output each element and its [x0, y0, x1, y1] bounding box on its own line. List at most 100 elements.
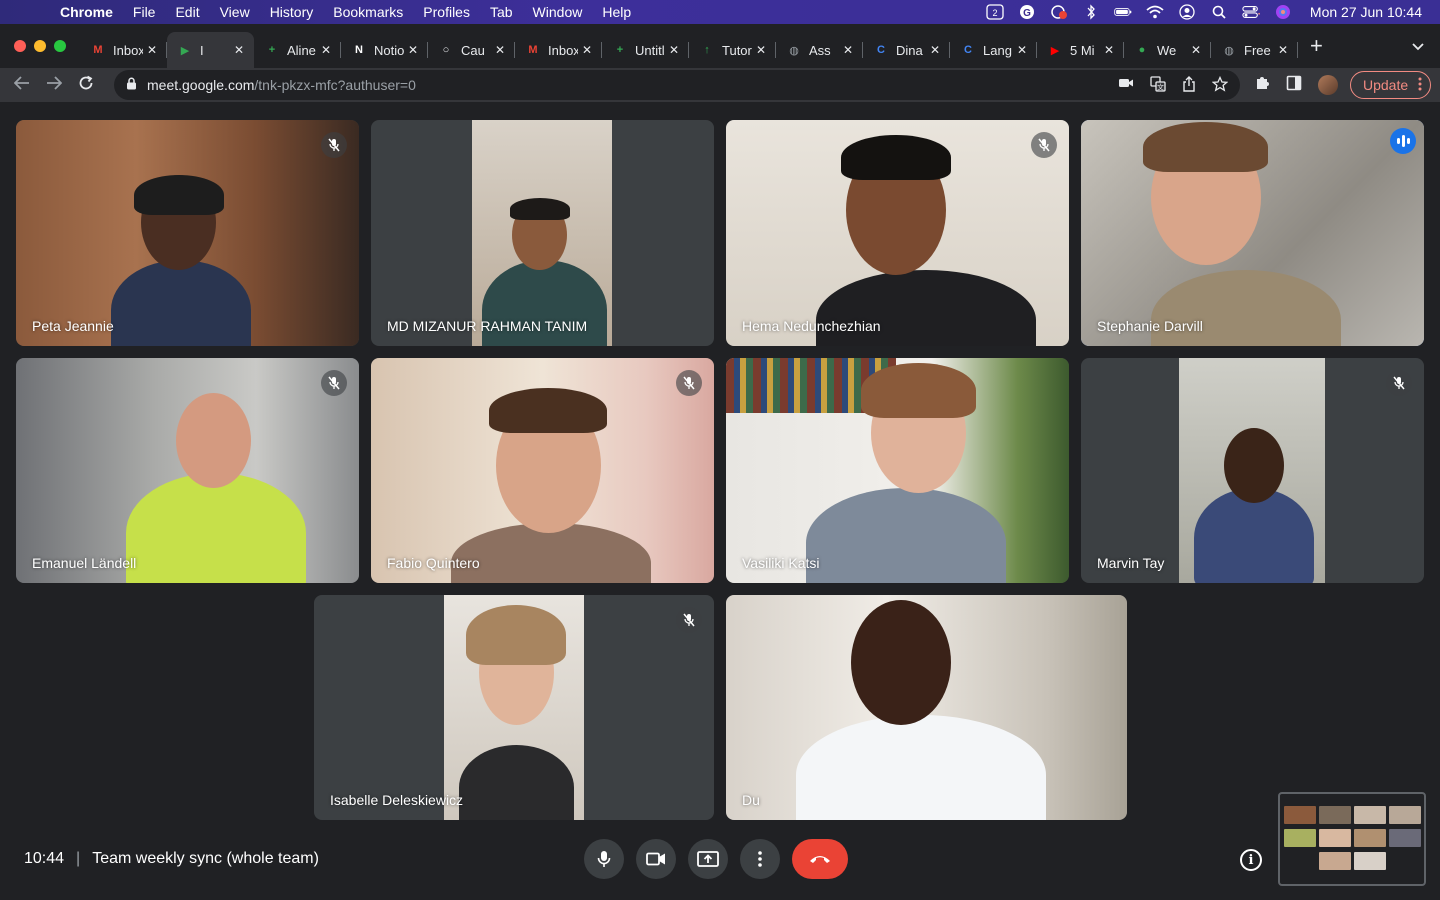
browser-tab[interactable]: ◍ Ass ✕	[776, 32, 863, 68]
participant-tile[interactable]: Emanuel Ländell	[16, 358, 359, 583]
muted-mic-icon	[676, 370, 702, 396]
minimize-window-button[interactable]	[34, 40, 46, 52]
participant-name: Vasiliki Katsi	[742, 555, 820, 571]
menu-edit[interactable]: Edit	[175, 4, 199, 20]
microphone-button[interactable]	[584, 839, 624, 879]
participant-tile[interactable]: Marvin Tay	[1081, 358, 1424, 583]
close-window-button[interactable]	[14, 40, 26, 52]
browser-tab[interactable]: ◍ Free ✕	[1211, 32, 1298, 68]
svg-text:2: 2	[992, 8, 997, 18]
close-tab-icon[interactable]: ✕	[234, 43, 244, 57]
spotlight-search-icon[interactable]	[1210, 4, 1228, 20]
user-account-icon[interactable]	[1178, 4, 1196, 20]
tab-title: Dina	[896, 42, 923, 58]
meeting-details-info-icon[interactable]: i	[1240, 849, 1262, 871]
participant-tile[interactable]: MD MIZANUR RAHMAN TANIM	[371, 120, 714, 346]
browser-tab[interactable]: ● We ✕	[1124, 32, 1211, 68]
close-tab-icon[interactable]: ✕	[843, 43, 853, 57]
menu-history[interactable]: History	[270, 4, 314, 20]
tab-title: Lang	[983, 42, 1012, 58]
green-circle-icon: ●	[1138, 44, 1146, 56]
tab-title: Inbox	[548, 42, 578, 58]
menu-app-name[interactable]: Chrome	[60, 4, 113, 20]
menu-bookmarks[interactable]: Bookmarks	[333, 4, 403, 20]
browser-tab[interactable]: M Inbox ✕	[80, 32, 167, 68]
browser-tab[interactable]: C Dina ✕	[863, 32, 950, 68]
screen-recorder-icon[interactable]	[1050, 4, 1068, 20]
menu-file[interactable]: File	[133, 4, 156, 20]
tab-title: Aline	[287, 42, 316, 58]
muted-mic-icon	[1031, 132, 1057, 158]
close-tab-icon[interactable]: ✕	[495, 43, 505, 57]
side-panel-icon[interactable]	[1286, 75, 1302, 95]
siri-icon[interactable]	[1274, 4, 1292, 20]
tab-title: Notion	[374, 42, 404, 58]
profile-avatar[interactable]	[1318, 75, 1338, 95]
participant-tile[interactable]: Hema Nedunchezhian	[726, 120, 1069, 346]
participant-tile[interactable]: Vasiliki Katsi	[726, 358, 1069, 583]
close-tab-icon[interactable]: ✕	[321, 43, 331, 57]
reload-button[interactable]	[70, 75, 102, 96]
tab-title: We	[1157, 42, 1177, 58]
new-tab-button[interactable]: +	[1310, 33, 1323, 59]
menu-view[interactable]: View	[220, 4, 250, 20]
browser-tab[interactable]: + Untitled ✕	[602, 32, 689, 68]
menu-profiles[interactable]: Profiles	[423, 4, 470, 20]
address-bar[interactable]: meet.google.com/tnk-pkzx-mfc?authuser=0 …	[114, 70, 1240, 100]
close-tab-icon[interactable]: ✕	[1278, 43, 1288, 57]
menu-help[interactable]: Help	[602, 4, 631, 20]
share-icon[interactable]	[1182, 75, 1196, 95]
browser-tab[interactable]: ○ Cau ✕	[428, 32, 515, 68]
close-tab-icon[interactable]: ✕	[147, 43, 157, 57]
browser-tab[interactable]: ▶ 5 Mi ✕	[1037, 32, 1124, 68]
participant-tile[interactable]: Peta Jeannie	[16, 120, 359, 346]
tabs-container: M Inbox ✕ ▶ I ✕ + Aline ✕ N Notion ✕ ○ Cau ✕ M Inbox ✕ + Un…	[80, 24, 1298, 68]
participant-video	[371, 358, 714, 583]
extensions-puzzle-icon[interactable]	[1254, 75, 1270, 95]
globe-icon: ◍	[1224, 44, 1234, 57]
participant-tile[interactable]: Du	[726, 595, 1127, 820]
back-button[interactable]	[6, 75, 38, 95]
participant-tile[interactable]: Isabelle Deleskiewicz	[314, 595, 714, 820]
translate-icon[interactable]: 文	[1150, 75, 1166, 95]
bluetooth-icon[interactable]	[1082, 4, 1100, 20]
participant-tile-speaking[interactable]: Stephanie Darvill	[1081, 120, 1424, 346]
forward-button[interactable]	[38, 75, 70, 95]
bookmark-star-icon[interactable]	[1211, 75, 1229, 95]
meeting-time: 10:44	[24, 850, 65, 867]
spaces-icon[interactable]: 2	[986, 4, 1004, 20]
menubar-clock[interactable]: Mon 27 Jun 10:44	[1310, 4, 1422, 20]
leave-call-button[interactable]	[792, 839, 848, 879]
menu-tab[interactable]: Tab	[490, 4, 513, 20]
maximize-window-button[interactable]	[54, 40, 66, 52]
close-tab-icon[interactable]: ✕	[1191, 43, 1201, 57]
close-tab-icon[interactable]: ✕	[930, 43, 940, 57]
tab-title: Ass	[809, 42, 831, 58]
update-chrome-button[interactable]: Update	[1350, 71, 1432, 99]
close-tab-icon[interactable]: ✕	[669, 43, 679, 57]
browser-tab[interactable]: M Inbox ✕	[515, 32, 602, 68]
close-tab-icon[interactable]: ✕	[756, 43, 766, 57]
browser-tab[interactable]: ↑ Tutor ✕	[689, 32, 776, 68]
browser-tab[interactable]: C Lang ✕	[950, 32, 1037, 68]
camera-in-use-icon[interactable]	[1118, 76, 1134, 95]
participant-tile[interactable]: Fabio Quintero	[371, 358, 714, 583]
grammarly-icon[interactable]: G	[1018, 4, 1036, 20]
tab-search-chevron-icon[interactable]	[1412, 38, 1424, 54]
close-tab-icon[interactable]: ✕	[1017, 43, 1027, 57]
menu-window[interactable]: Window	[533, 4, 583, 20]
close-tab-icon[interactable]: ✕	[582, 43, 592, 57]
control-center-icon[interactable]	[1242, 4, 1260, 20]
browser-tab[interactable]: ▶ I ✕	[167, 32, 254, 68]
close-tab-icon[interactable]: ✕	[408, 43, 418, 57]
wifi-icon[interactable]	[1146, 4, 1164, 20]
battery-icon[interactable]	[1114, 4, 1132, 20]
present-screen-button[interactable]	[688, 839, 728, 879]
browser-tab[interactable]: + Aline ✕	[254, 32, 341, 68]
close-tab-icon[interactable]: ✕	[1104, 43, 1114, 57]
lock-icon[interactable]	[126, 77, 137, 93]
more-options-button[interactable]	[740, 839, 780, 879]
browser-tab[interactable]: N Notion ✕	[341, 32, 428, 68]
camera-button[interactable]	[636, 839, 676, 879]
participant-video	[444, 595, 584, 820]
